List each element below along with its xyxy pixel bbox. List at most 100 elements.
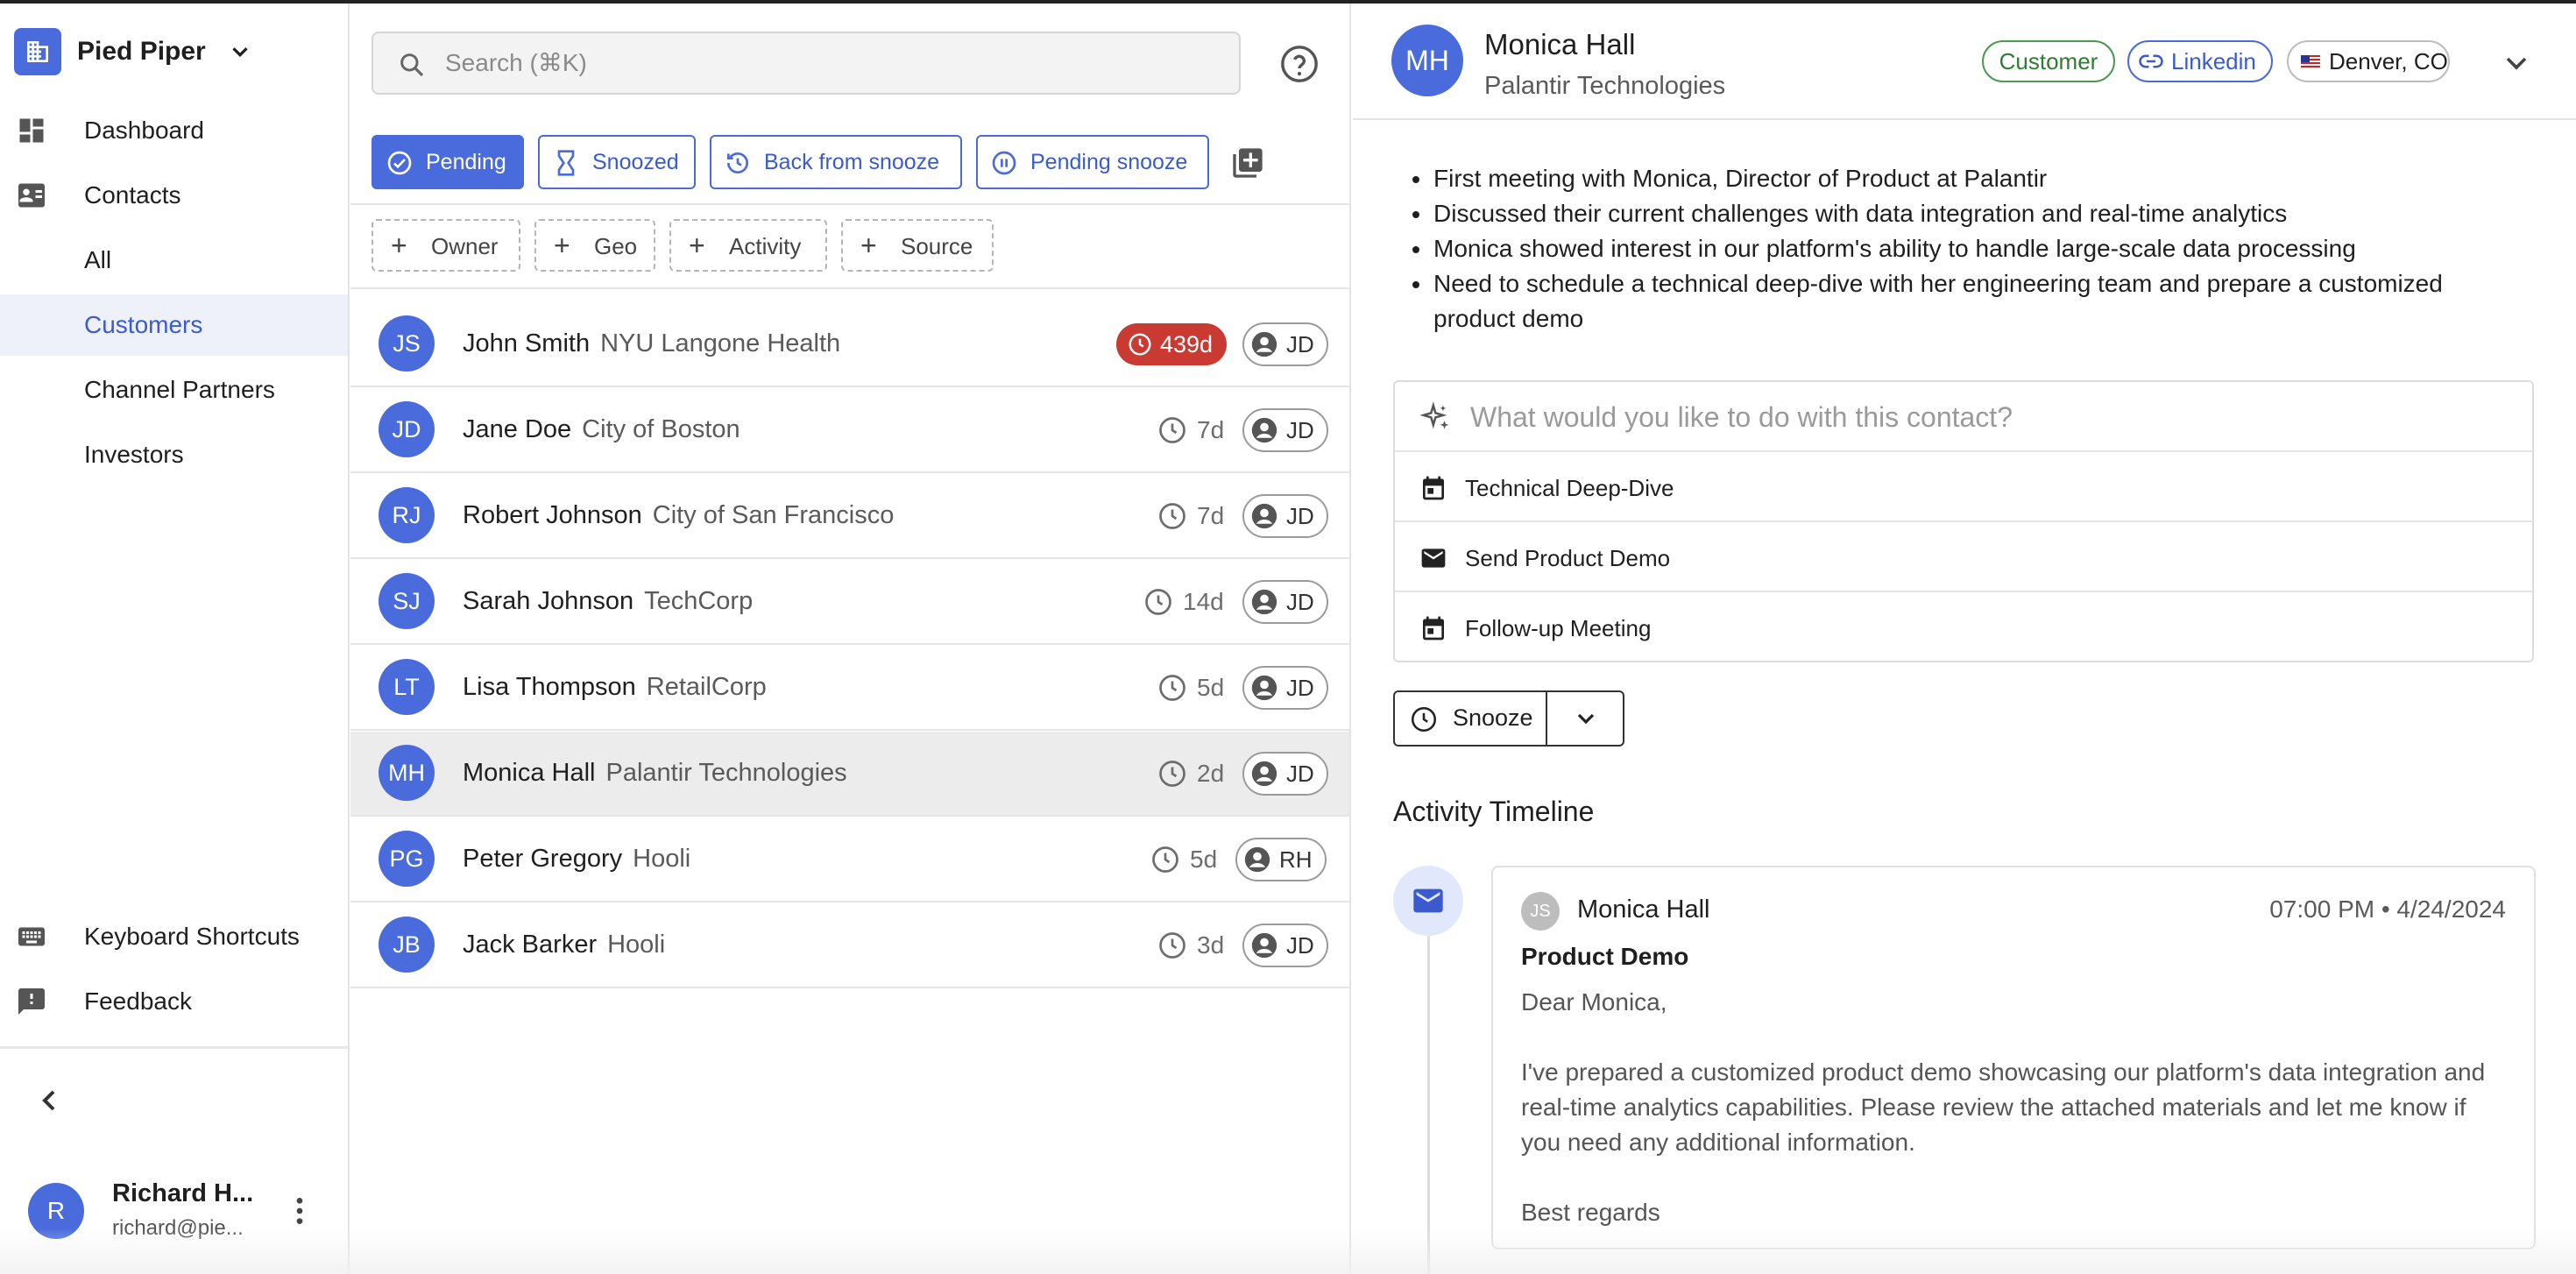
sidebar: Pied Piper Dashboard Contacts All Custom… (0, 4, 350, 1274)
help-button[interactable] (1279, 44, 1320, 84)
tab-back-from-snooze[interactable]: Back from snooze (710, 135, 962, 189)
person-circle-icon (1251, 932, 1277, 959)
mail-icon (1413, 888, 1443, 913)
action-follow-up-meeting[interactable]: Follow-up Meeting (1395, 594, 2532, 662)
nav-investors[interactable]: Investors (0, 424, 348, 485)
nav-contacts[interactable]: Contacts (0, 165, 348, 226)
filter-label: Geo (594, 233, 638, 259)
action-label: Technical Deep-Dive (1465, 475, 1674, 501)
contact-org: TechCorp (644, 587, 754, 615)
owner-badge[interactable]: JD (1242, 494, 1328, 538)
filter-owner[interactable]: + Owner (372, 219, 520, 272)
nav-customers[interactable]: Customers (0, 294, 348, 356)
list-item[interactable]: LT Lisa Thompson RetailCorp 5d JD (350, 646, 1349, 731)
time-value: 14d (1183, 588, 1224, 615)
nav-label: Customers (84, 311, 203, 338)
action-technical-deep-dive[interactable]: Technical Deep-Dive (1395, 454, 2532, 522)
list-item[interactable]: PG Peter Gregory Hooli 5d RH (350, 817, 1349, 902)
list-item-selected[interactable]: MH Monica Hall Palantir Technologies 2d J… (350, 732, 1349, 817)
tab-pending-snooze[interactable]: Pending snooze (976, 135, 1209, 189)
chevron-down-icon (1577, 713, 1595, 725)
owner-initials: JD (1286, 502, 1314, 529)
divider (1353, 118, 2576, 120)
time-since: 5d (1150, 844, 1217, 875)
person-circle-icon (1251, 589, 1277, 615)
owner-badge[interactable]: JD (1242, 666, 1328, 710)
contact-name: Monica Hall (463, 759, 596, 787)
email-body: Dear Monica, I've prepared a customized … (1521, 985, 2511, 1265)
owner-badge[interactable]: JD (1242, 580, 1328, 624)
ai-prompt-input[interactable] (1470, 400, 2504, 435)
user-account[interactable]: R Richard H... richard@pie... (28, 1174, 326, 1248)
nav-channel-partners[interactable]: Channel Partners (0, 359, 348, 421)
time-since: 14d (1143, 586, 1224, 618)
user-menu-button[interactable] (282, 1192, 317, 1230)
contact-org: Palantir Technologies (1484, 72, 1726, 100)
list-item[interactable]: RJ Robert Johnson City of San Francisco 7… (350, 474, 1349, 559)
contact-name: John Smith (463, 329, 591, 357)
clock-icon (1152, 846, 1178, 873)
list-item[interactable]: SJ Sarah Johnson TechCorp 14d JD (350, 560, 1349, 645)
person-circle-icon (1251, 331, 1277, 357)
time-since: 7d (1157, 500, 1224, 532)
history-icon (727, 152, 748, 173)
time-since: 3d (1157, 930, 1224, 961)
list-item[interactable]: JB Jack Barker Hooli 3d JD (350, 903, 1349, 988)
owner-initials: JD (1286, 588, 1314, 615)
linkedin-label: Linkedin (2171, 47, 2256, 74)
hourglass-icon (557, 150, 575, 176)
timeline-card[interactable]: JS Monica Hall 07:00 PM • 4/24/2024 Prod… (1491, 866, 2536, 1249)
workspace-switcher[interactable]: Pied Piper (14, 25, 253, 79)
action-label: Follow-up Meeting (1465, 615, 1652, 641)
list-item[interactable]: JS John Smith NYU Langone Health 439d JD (350, 302, 1349, 387)
app-window: Pied Piper Dashboard Contacts All Custom… (0, 0, 2576, 1274)
email-paragraph: I've prepared a customized product demo … (1521, 1058, 2486, 1156)
feedback-icon (18, 988, 45, 1015)
linkedin-link[interactable]: Linkedin (2127, 40, 2273, 82)
search-input[interactable] (445, 46, 1216, 81)
pause-circle-icon (992, 151, 1016, 175)
status-badge: Customer (1982, 40, 2115, 82)
keyboard-icon (18, 927, 45, 946)
nav-all[interactable]: All (0, 230, 348, 291)
tab-pending[interactable]: Pending (372, 135, 524, 189)
status-label: Customer (1999, 47, 2098, 74)
filter-activity[interactable]: + Activity (669, 219, 827, 272)
filter-source[interactable]: + Source (841, 219, 994, 272)
owner-badge[interactable]: JD (1242, 752, 1328, 796)
contact-name: Jane Doe (463, 415, 572, 443)
snooze-button[interactable]: Snooze (1395, 692, 1547, 745)
avatar: JD (379, 401, 435, 457)
snooze-options-button[interactable] (1549, 692, 1623, 745)
timeline-marker (1393, 866, 1463, 936)
time-value: 3d (1197, 931, 1225, 959)
contacts-icon (18, 183, 45, 208)
owner-badge[interactable]: JD (1242, 408, 1328, 452)
user-name: Richard H... (112, 1179, 254, 1207)
owner-badge[interactable]: JD (1242, 924, 1328, 967)
time-value: 5d (1190, 846, 1218, 873)
owner-badge[interactable]: RH (1235, 838, 1327, 881)
contact-org: City of Boston (582, 415, 740, 443)
expand-details-button[interactable] (2499, 46, 2534, 81)
nav-keyboard-shortcuts[interactable]: Keyboard Shortcuts (0, 906, 348, 967)
nav-label: Investors (84, 441, 184, 468)
add-view-button[interactable] (1230, 145, 1265, 180)
nav-feedback[interactable]: Feedback (0, 971, 348, 1032)
clock-icon (1145, 589, 1171, 615)
tab-snoozed[interactable]: Snoozed (538, 135, 696, 189)
person-circle-icon (1251, 503, 1277, 529)
action-label: Send Product Demo (1465, 545, 1671, 571)
avatar: JS (379, 315, 435, 372)
action-send-product-demo[interactable]: Send Product Demo (1395, 524, 2532, 592)
filter-geo[interactable]: + Geo (534, 219, 655, 272)
library-add-icon (1233, 148, 1263, 178)
calendar-icon (1423, 476, 1444, 500)
tab-label: Back from snooze (764, 149, 940, 174)
collapse-sidebar-button[interactable] (32, 1083, 67, 1118)
nav-dashboard[interactable]: Dashboard (0, 100, 348, 161)
note-item: Need to schedule a technical deep-dive w… (1397, 266, 2527, 336)
owner-badge[interactable]: JD (1242, 322, 1328, 366)
list-item[interactable]: JD Jane Doe City of Boston 7d JD (350, 388, 1349, 473)
time-value: 7d (1197, 416, 1225, 443)
